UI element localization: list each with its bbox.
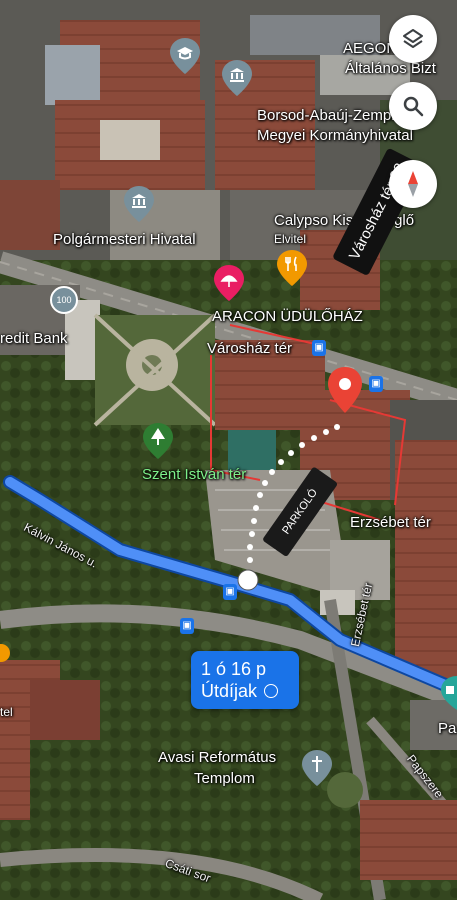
route-tolls: Útdíjak <box>201 681 258 701</box>
bank-badge-label: 100 <box>56 295 72 305</box>
place-label-varoshaz-ter[interactable]: Városház tér <box>207 340 292 357</box>
place-label-tel[interactable]: tel <box>0 705 13 719</box>
church-icon[interactable] <box>302 750 332 786</box>
shopping-icon[interactable] <box>441 676 457 710</box>
route-duration-badge[interactable]: 1 ó 16 p Útdíjak <box>191 651 299 709</box>
place-label-altalanos[interactable]: Általános Bizt <box>345 60 436 77</box>
place-label-pa[interactable]: Pa <box>438 720 456 737</box>
compass-button[interactable] <box>389 160 437 208</box>
place-label-credit-bank[interactable]: redit Bank <box>0 330 68 347</box>
bus-stop-icon[interactable]: ▣ <box>312 340 326 356</box>
place-label-borsod-2[interactable]: Megyei Kormányhivatal <box>257 127 413 144</box>
government-building-icon[interactable] <box>222 60 252 96</box>
info-icon <box>264 684 279 698</box>
bus-stop-icon[interactable]: ▣ <box>369 376 383 392</box>
place-label-polgarmesteri[interactable]: Polgármesteri Hivatal <box>53 231 196 248</box>
place-label-elvitel: Elvitel <box>274 232 307 246</box>
bus-stop-icon[interactable]: ▣ <box>223 584 237 600</box>
layers-icon <box>403 29 423 48</box>
place-label-borsod-1[interactable]: Borsod-Abaúj-Zemple <box>257 107 403 124</box>
place-label-aracon[interactable]: ARACON ÜDÜLŐHÁZ <box>212 308 363 325</box>
destination-pin-icon[interactable] <box>328 367 362 413</box>
place-label-erzsebet-ter[interactable]: Erzsébet tér <box>350 514 431 531</box>
restaurant-icon[interactable] <box>277 250 307 286</box>
place-label-avasi-1[interactable]: Avasi Református <box>158 749 276 766</box>
hotel-icon[interactable] <box>214 265 244 301</box>
town-hall-icon[interactable] <box>124 186 154 222</box>
place-label-szent-istvan[interactable]: Szent István tér <box>142 466 246 483</box>
bus-stop-icon[interactable]: ▣ <box>180 618 194 634</box>
bank-icon[interactable]: 100 <box>50 286 78 314</box>
search-icon <box>403 96 424 117</box>
route-duration: 1 ó 16 p <box>201 659 267 679</box>
search-button[interactable] <box>389 82 437 130</box>
park-tree-icon[interactable] <box>143 423 173 459</box>
compass-icon <box>408 171 418 197</box>
layers-button[interactable] <box>389 15 437 63</box>
orange-poi-icon[interactable] <box>0 640 10 670</box>
university-icon[interactable] <box>170 38 200 74</box>
place-label-avasi-2[interactable]: Templom <box>194 770 255 787</box>
